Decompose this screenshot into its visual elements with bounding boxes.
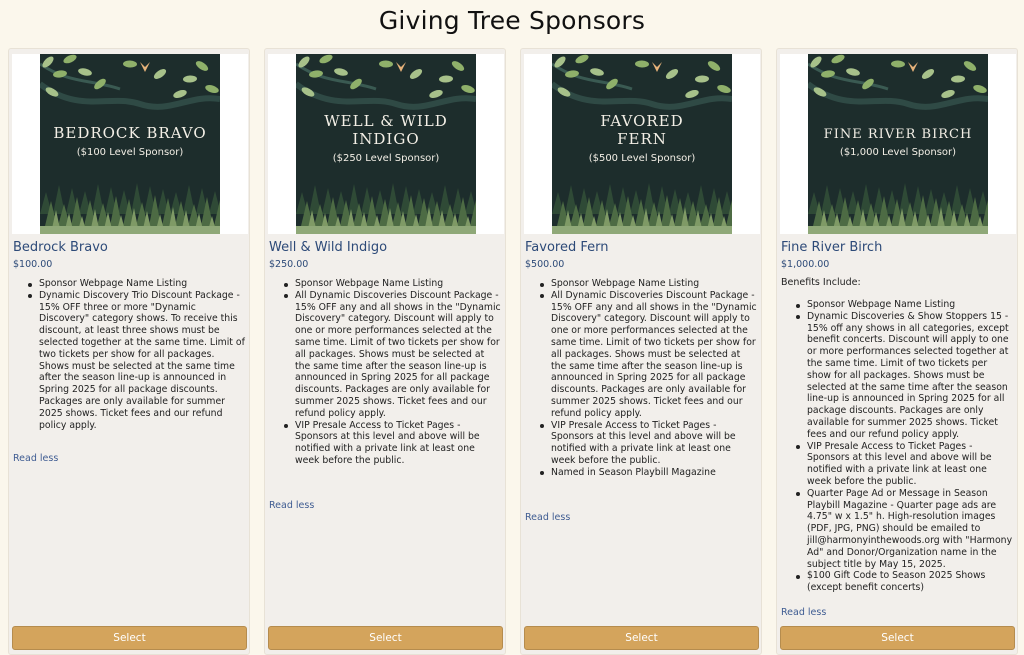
sponsor-price: $500.00 (525, 259, 565, 270)
benefits-list: Sponsor Webpage Name Listing Dynamic Disc… (783, 299, 1013, 594)
select-button[interactable]: Select (12, 626, 247, 650)
page-title: Giving Tree Sponsors (378, 6, 646, 35)
sponsor-card-bedrock-bravo: BEDROCK BRAVO ($100 Level Sponsor) Bedroc… (8, 48, 250, 655)
sponsor-card-fine-river-birch: FINE RIVER BIRCH ($1,000 Level Sponsor) F… (776, 48, 1018, 655)
artwork-level: ($100 Level Sponsor) (77, 147, 184, 158)
sponsor-image[interactable]: WELL & WILD INDIGO ($250 Level Sponsor) (268, 54, 504, 234)
benefit-item: Sponsor Webpage Name Listing (271, 278, 501, 290)
benefits-intro: Benefits Include: (781, 277, 861, 288)
sponsor-image[interactable]: FINE RIVER BIRCH ($1,000 Level Sponsor) (780, 54, 1016, 234)
sponsor-name: Fine River Birch (781, 240, 883, 255)
benefit-item: VIP Presale Access to Ticket Pages - Spo… (271, 420, 501, 467)
sponsor-card-favored-fern: FAVORED FERN ($500 Level Sponsor) Favored … (520, 48, 762, 655)
sponsor-cards: BEDROCK BRAVO ($100 Level Sponsor) Bedroc… (8, 48, 1018, 655)
benefit-item: Sponsor Webpage Name Listing (527, 278, 757, 290)
artwork-level: ($1,000 Level Sponsor) (840, 147, 956, 158)
select-button[interactable]: Select (780, 626, 1015, 650)
sponsor-price: $1,000.00 (781, 259, 830, 270)
artwork-level: ($250 Level Sponsor) (333, 153, 440, 164)
sponsor-artwork: WELL & WILDINDIGO ($250 Level Sponsor) (296, 54, 476, 234)
sponsor-price: $100.00 (13, 259, 53, 270)
sponsor-image[interactable]: FAVORED FERN ($500 Level Sponsor) (524, 54, 760, 234)
sponsor-name: Bedrock Bravo (13, 240, 108, 255)
read-less-link[interactable]: Read less (269, 500, 314, 511)
read-less-link[interactable]: Read less (13, 453, 58, 464)
read-less-link[interactable]: Read less (525, 512, 570, 523)
benefit-item: VIP Presale Access to Ticket Pages - Spo… (783, 441, 1013, 488)
sponsor-price: $250.00 (269, 259, 309, 270)
artwork-title-line2: FERN (617, 130, 667, 148)
benefit-item: All Dynamic Discoveries Discount Package… (271, 290, 501, 420)
artwork-title: FINE RIVER BIRCH (824, 127, 973, 142)
sponsor-name: Well & Wild Indigo (269, 240, 388, 255)
sponsor-card-well-wild-indigo: WELL & WILD INDIGO ($250 Level Sponsor) We… (264, 48, 506, 655)
benefits-list: Sponsor Webpage Name Listing Dynamic Disc… (15, 278, 245, 431)
benefit-item: Dynamic Discovery Trio Discount Package … (15, 290, 245, 432)
sponsor-artwork: FAVOREDFERN ($500 Level Sponsor) (552, 54, 732, 234)
ground-strip (296, 226, 476, 234)
benefit-item: Sponsor Webpage Name Listing (15, 278, 245, 290)
artwork-title: BEDROCK BRAVO (53, 124, 206, 142)
benefit-item: VIP Presale Access to Ticket Pages - Spo… (527, 420, 757, 467)
ground-strip (808, 226, 988, 234)
benefit-item: Sponsor Webpage Name Listing (783, 299, 1013, 311)
ground-strip (40, 226, 220, 234)
sponsor-artwork: BEDROCK BRAVO ($100 Level Sponsor) (40, 54, 220, 234)
read-less-link[interactable]: Read less (781, 607, 826, 618)
benefits-list: Sponsor Webpage Name Listing All Dynamic … (271, 278, 501, 467)
benefits-list: Sponsor Webpage Name Listing All Dynamic … (527, 278, 757, 479)
benefit-item: All Dynamic Discoveries Discount Package… (527, 290, 757, 420)
artwork-title: FAVORED (600, 112, 683, 130)
ground-strip (552, 226, 732, 234)
artwork-level: ($500 Level Sponsor) (589, 153, 696, 164)
benefit-item: Named in Season Playbill Magazine (527, 467, 757, 479)
benefit-item: Quarter Page Ad or Message in Season Pla… (783, 488, 1013, 571)
select-button[interactable]: Select (524, 626, 759, 650)
benefit-item: Dynamic Discoveries & Show Stoppers 15 -… (783, 311, 1013, 441)
benefit-item: $100 Gift Code to Season 2025 Shows (exc… (783, 570, 1013, 594)
artwork-title: WELL & WILD (324, 112, 448, 130)
sponsor-name: Favored Fern (525, 240, 609, 255)
sponsor-artwork: FINE RIVER BIRCH ($1,000 Level Sponsor) (808, 54, 988, 234)
select-button[interactable]: Select (268, 626, 503, 650)
artwork-title-line2: INDIGO (352, 130, 419, 148)
sponsor-image[interactable]: BEDROCK BRAVO ($100 Level Sponsor) (12, 54, 248, 234)
